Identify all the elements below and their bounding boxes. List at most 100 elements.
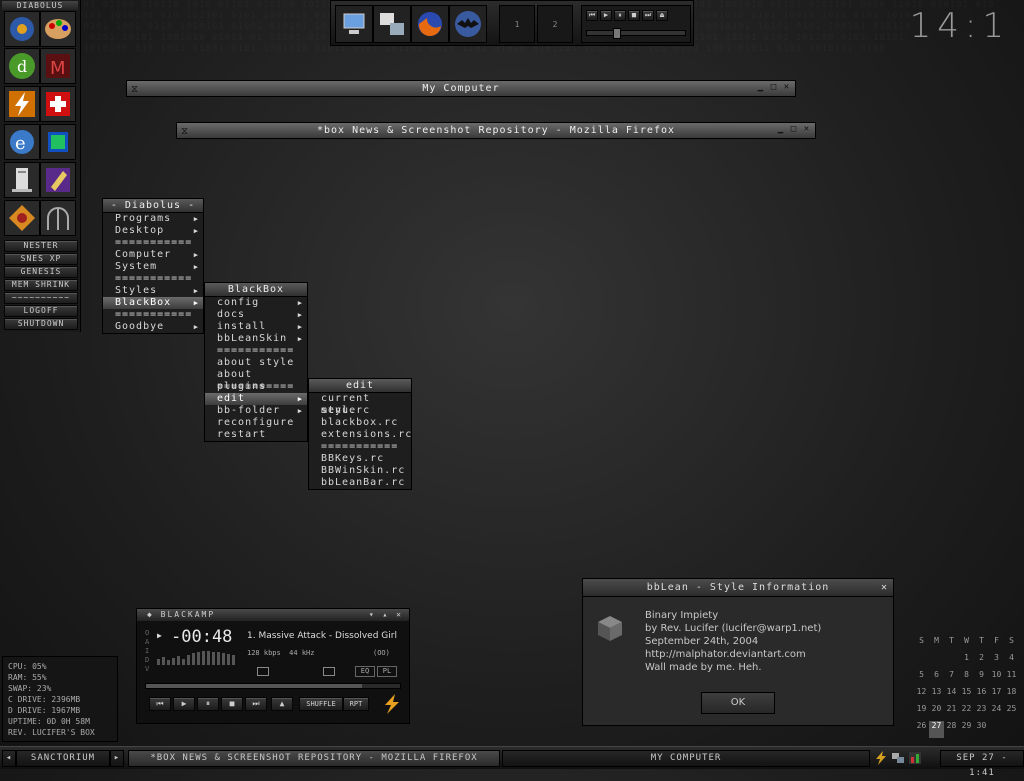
- prev-workspace-icon[interactable]: ◂: [2, 750, 16, 767]
- winamp-tray-icon[interactable]: [874, 750, 888, 765]
- menu-item-reconfigure[interactable]: reconfigure: [205, 417, 307, 429]
- top-dock: 1 2 ⏮ ▶ ⏸ ■ ⏭ ⏏: [330, 0, 694, 46]
- play-icon[interactable]: ▶: [600, 10, 612, 21]
- menu-item-blackbox[interactable]: BlackBox ▶: [103, 297, 203, 309]
- window-menu-icon[interactable]: ⧖: [131, 82, 139, 97]
- antivirus-cross-icon[interactable]: [40, 86, 76, 122]
- pause-icon[interactable]: ⏸: [614, 10, 626, 21]
- winamp-m-icon[interactable]: M: [40, 48, 76, 84]
- prev-button-icon[interactable]: ⏮: [149, 697, 171, 711]
- next-workspace-icon[interactable]: ▸: [110, 750, 124, 767]
- menu-item-system[interactable]: System ▶: [103, 261, 203, 273]
- menu-item-install[interactable]: install ▶: [205, 321, 307, 333]
- play-button-icon[interactable]: ▶: [173, 697, 195, 711]
- menu-item-bbwinskin-rc[interactable]: BBWinSkin.rc: [309, 465, 411, 477]
- menu-item-styles[interactable]: Styles ▶: [103, 285, 203, 297]
- computer-tower-icon[interactable]: [4, 162, 40, 198]
- close-icon[interactable]: ✕: [802, 124, 812, 135]
- my-computer-titlebar[interactable]: ⧖ My Computer ▁ □ ✕: [126, 80, 796, 97]
- window-menu-icon[interactable]: ⧖: [181, 124, 189, 139]
- blackamp-titlebar[interactable]: ◆ BLACKAMP ▾ ▴ ✕: [137, 609, 409, 621]
- prev-track-icon[interactable]: ⏮: [586, 10, 598, 21]
- eject-icon[interactable]: ⏏: [656, 10, 668, 21]
- winamp-bolt-icon[interactable]: [381, 693, 403, 719]
- pause-button-icon[interactable]: ⏸: [197, 697, 219, 711]
- window-buttons-icon[interactable]: ▾ ▴ ✕: [369, 609, 403, 621]
- launcher-button-logoff[interactable]: LOGOFF: [4, 305, 78, 317]
- minimize-icon[interactable]: ▁: [756, 82, 766, 93]
- menu-item-goodbye[interactable]: Goodbye ▶: [103, 321, 203, 333]
- menu-item-bbkeys-rc[interactable]: BBKeys.rc: [309, 453, 411, 465]
- volume-knob[interactable]: [257, 667, 269, 676]
- network-tray-icon[interactable]: [891, 750, 905, 764]
- stat-d-drive: D DRIVE: 1967MB: [8, 706, 81, 715]
- winamp-bolt-icon[interactable]: [4, 86, 40, 122]
- playlist-button[interactable]: PL: [377, 666, 397, 677]
- launcher-button-genesis[interactable]: GENESIS: [4, 266, 78, 278]
- balance-knob[interactable]: [323, 667, 335, 676]
- launcher-button-wave[interactable]: ~~~~~~~~~~: [4, 292, 78, 304]
- my-computer-icon[interactable]: [335, 5, 373, 43]
- firefox-icon[interactable]: [411, 5, 449, 43]
- pen-tool-icon[interactable]: [40, 162, 76, 198]
- eject-button-icon[interactable]: ▲: [271, 697, 293, 711]
- menu-item-docs[interactable]: docs ▶: [205, 309, 307, 321]
- menu-item-bb-folder[interactable]: bb-folder ▶: [205, 405, 307, 417]
- bat-icon[interactable]: [449, 5, 487, 43]
- svg-text:d: d: [17, 57, 27, 76]
- next-button-icon[interactable]: ⏭: [245, 697, 267, 711]
- launcher-button-snes[interactable]: SNES XP: [4, 253, 78, 265]
- menu-item-about-style[interactable]: about style: [205, 357, 307, 369]
- close-icon[interactable]: ✕: [881, 579, 888, 596]
- menu-item-bbleanbar-rc[interactable]: bbLeanBar.rc: [309, 477, 411, 489]
- menu-item-extensions-rc[interactable]: extensions.rc: [309, 429, 411, 441]
- launcher-button-nester[interactable]: NESTER: [4, 240, 78, 252]
- workspace-2[interactable]: 2: [537, 5, 573, 43]
- workspace-label[interactable]: SANCTORIUM: [16, 750, 110, 767]
- minimize-icon[interactable]: ▁: [776, 124, 786, 135]
- launcher-button-shutdown[interactable]: SHUTDOWN: [4, 318, 78, 330]
- menu-item-computer[interactable]: Computer ▶: [103, 249, 203, 261]
- maximize-icon[interactable]: □: [789, 124, 799, 135]
- workspace-1[interactable]: 1: [499, 5, 535, 43]
- close-icon[interactable]: ✕: [782, 82, 792, 93]
- volume-tray-icon[interactable]: [908, 750, 922, 764]
- task-my-computer[interactable]: MY COMPUTER: [502, 750, 870, 767]
- color-square-icon[interactable]: [40, 124, 76, 160]
- menu-item-edit[interactable]: edit ▶: [205, 393, 307, 405]
- menu-item-label: Goodbye: [115, 321, 165, 332]
- task-firefox[interactable]: *BOX NEWS & SCREENSHOT REPOSITORY - MOZI…: [128, 750, 500, 767]
- next-track-icon[interactable]: ⏭: [642, 10, 654, 21]
- launcher-button-mem-shrink[interactable]: MEM SHRINK: [4, 279, 78, 291]
- internet-explorer-icon[interactable]: e: [4, 124, 40, 160]
- dreamweaver-icon[interactable]: d: [4, 48, 40, 84]
- volume-slider[interactable]: [586, 28, 686, 39]
- volume-slider-thumb[interactable]: [613, 28, 621, 39]
- maximize-icon[interactable]: □: [769, 82, 779, 93]
- repeat-button[interactable]: RPT: [343, 697, 369, 711]
- menu-item-restart[interactable]: restart: [205, 429, 307, 441]
- menu-item-bbleanskin[interactable]: bbLeanSkin ▶: [205, 333, 307, 345]
- network-computer-icon[interactable]: [373, 5, 411, 43]
- stop-button-icon[interactable]: ■: [221, 697, 243, 711]
- menu-item-menu-rc[interactable]: menu.rc: [309, 405, 411, 417]
- menu-item-config[interactable]: config ▶: [205, 297, 307, 309]
- eq-button[interactable]: EQ: [355, 666, 375, 677]
- arch-logo-icon[interactable]: [40, 200, 76, 236]
- stop-icon[interactable]: ■: [628, 10, 640, 21]
- menu-item-programs[interactable]: Programs ▶: [103, 213, 203, 225]
- firefox-titlebar[interactable]: ⧖ *box News & Screenshot Repository - Mo…: [176, 122, 816, 139]
- shuffle-button[interactable]: SHUFFLE: [299, 697, 343, 711]
- dialog-titlebar[interactable]: bbLean - Style Information ✕: [583, 579, 893, 597]
- seek-bar[interactable]: [145, 683, 401, 689]
- calendar-day: 30: [976, 721, 987, 730]
- menu-item-label: BBKeys.rc: [321, 453, 385, 464]
- menu-item-current-style[interactable]: current style: [309, 393, 411, 416]
- media-player-icon[interactable]: [4, 11, 40, 47]
- menu-item-blackbox-rc[interactable]: blackbox.rc: [309, 417, 411, 429]
- diamond-app-icon[interactable]: [4, 200, 40, 236]
- ok-button[interactable]: OK: [701, 692, 775, 714]
- menu-item-about-plugins[interactable]: about plugins: [205, 369, 307, 392]
- menu-item-desktop[interactable]: Desktop ▶: [103, 225, 203, 237]
- paint-palette-icon[interactable]: [40, 11, 76, 47]
